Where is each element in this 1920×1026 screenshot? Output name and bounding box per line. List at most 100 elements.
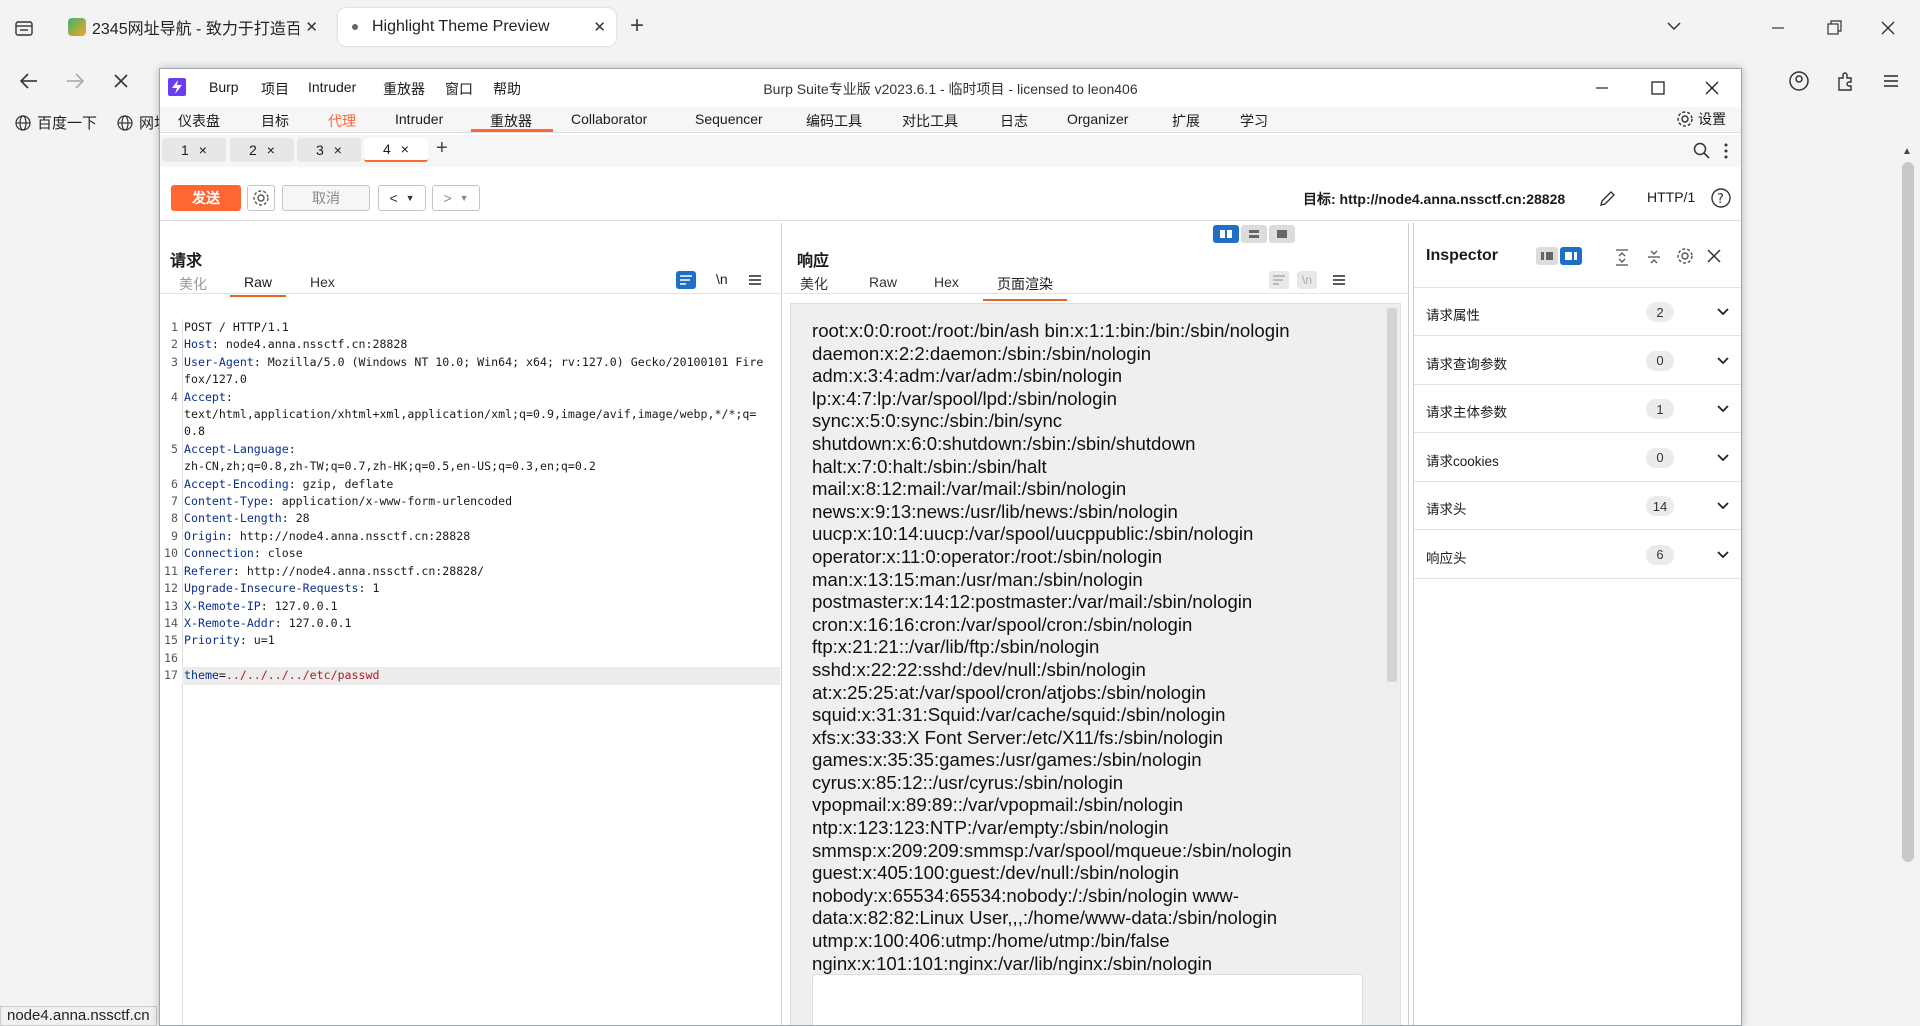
response-tab-render[interactable]: 页面渲染 bbox=[983, 274, 1067, 301]
more-options-icon[interactable] bbox=[1723, 143, 1729, 159]
extensions-icon[interactable] bbox=[1834, 70, 1856, 92]
send-settings-button[interactable] bbox=[247, 185, 275, 211]
menu-burp[interactable]: Burp bbox=[209, 79, 239, 95]
inspector-section[interactable]: 请求查询参数 0 bbox=[1414, 337, 1741, 385]
collapse-all-icon[interactable] bbox=[1646, 248, 1662, 266]
send-button[interactable]: 发送 bbox=[171, 185, 241, 211]
tabbed-layout-icon[interactable] bbox=[1269, 225, 1295, 243]
close-tab-icon[interactable]: ✕ bbox=[593, 18, 606, 36]
tab-dashboard[interactable]: 仪表盘 bbox=[178, 111, 220, 131]
tab-list-icon[interactable] bbox=[14, 18, 34, 38]
back-arrow-icon[interactable] bbox=[18, 70, 40, 92]
inspector-section[interactable]: 请求cookies 0 bbox=[1414, 434, 1741, 482]
restore-icon[interactable] bbox=[1824, 18, 1844, 38]
close-inspector-icon[interactable] bbox=[1706, 248, 1722, 264]
chevron-down-icon[interactable] bbox=[1716, 305, 1730, 319]
cancel-button[interactable]: 取消 bbox=[282, 185, 370, 211]
inspector-section[interactable]: 请求头 14 bbox=[1414, 482, 1741, 530]
chevron-down-icon[interactable] bbox=[1716, 354, 1730, 368]
bookmark-baidu[interactable]: 百度一下 bbox=[14, 112, 97, 133]
minimize-icon[interactable] bbox=[1768, 18, 1788, 38]
help-icon[interactable]: ? bbox=[1710, 187, 1732, 209]
tab-logger[interactable]: 日志 bbox=[1000, 111, 1028, 131]
repeater-tab-1[interactable]: 1 × bbox=[162, 138, 226, 162]
repeater-tab-3[interactable]: 3 × bbox=[297, 138, 361, 162]
request-tab-raw[interactable]: Raw bbox=[229, 274, 287, 297]
repeater-tab-4[interactable]: 4 × bbox=[364, 138, 428, 162]
tab-learn[interactable]: 学习 bbox=[1240, 111, 1268, 131]
close-tab-icon[interactable]: ✕ bbox=[305, 18, 318, 36]
close-tab-icon[interactable]: × bbox=[401, 141, 409, 157]
side-by-side-layout-icon[interactable] bbox=[1213, 225, 1239, 243]
rendered-line: sync:x:5:0:sync:/sbin:/bin/sync bbox=[812, 410, 1063, 432]
inspector-section[interactable]: 响应头 6 bbox=[1414, 531, 1741, 579]
tab-decoder[interactable]: 编码工具 bbox=[806, 111, 862, 131]
tab-comparer[interactable]: 对比工具 bbox=[902, 111, 958, 131]
page-scrollbar[interactable]: ▲ bbox=[1896, 140, 1920, 1006]
menu-repeater[interactable]: 重放器 bbox=[383, 79, 425, 99]
tab-organizer[interactable]: Organizer bbox=[1067, 111, 1128, 127]
stop-loading-icon[interactable] bbox=[110, 70, 132, 92]
edit-target-pencil-icon[interactable] bbox=[1598, 188, 1618, 208]
browser-tab-highlight-theme[interactable]: Highlight Theme Preview ✕ bbox=[338, 8, 616, 46]
stacked-layout-icon[interactable] bbox=[1241, 225, 1267, 243]
browser-tab-2345[interactable]: 2345网址导航 - 致力于打造百年 ✕ bbox=[58, 8, 328, 46]
minimize-icon[interactable] bbox=[1594, 80, 1610, 96]
close-tab-icon[interactable]: × bbox=[334, 142, 342, 158]
repeater-tab-2[interactable]: 2 × bbox=[230, 138, 294, 162]
tab-proxy[interactable]: 代理 bbox=[328, 111, 356, 131]
target-label[interactable]: 目标: http://node4.anna.nssctf.cn:28828 bbox=[1303, 189, 1565, 209]
close-window-icon[interactable] bbox=[1878, 18, 1898, 38]
request-editor[interactable]: 1 POST / HTTP/1.1 2 Host: node4.anna.nssctf… bbox=[160, 319, 780, 685]
response-tab-raw[interactable]: Raw bbox=[869, 274, 897, 290]
newline-toggle[interactable]: \n bbox=[1297, 271, 1317, 289]
close-tab-icon[interactable]: × bbox=[267, 142, 275, 158]
close-window-icon[interactable] bbox=[1704, 80, 1720, 96]
new-tab-button[interactable]: + bbox=[630, 12, 644, 40]
menu-intruder[interactable]: Intruder bbox=[308, 79, 356, 95]
forward-arrow-icon[interactable] bbox=[64, 70, 86, 92]
word-wrap-icon[interactable] bbox=[676, 271, 696, 289]
menu-help[interactable]: 帮助 bbox=[493, 79, 521, 99]
gear-icon[interactable] bbox=[1676, 247, 1694, 265]
settings-button[interactable]: 设置 bbox=[1676, 109, 1726, 129]
history-back-button[interactable]: < ▼ bbox=[378, 185, 426, 211]
response-tab-pretty[interactable]: 美化 bbox=[800, 274, 828, 294]
word-wrap-icon[interactable] bbox=[1269, 271, 1289, 289]
chevron-down-icon[interactable] bbox=[1716, 402, 1730, 416]
tab-sequencer[interactable]: Sequencer bbox=[695, 111, 763, 127]
render-scrollbar-thumb[interactable] bbox=[1387, 308, 1397, 682]
menu-project[interactable]: 项目 bbox=[261, 79, 289, 99]
expand-all-icon[interactable] bbox=[1614, 248, 1630, 266]
maximize-icon[interactable] bbox=[1650, 80, 1666, 96]
tab-dropdown-icon[interactable] bbox=[1664, 16, 1684, 36]
tab-intruder[interactable]: Intruder bbox=[395, 111, 443, 127]
hamburger-menu-icon[interactable] bbox=[748, 273, 762, 287]
inspector-section[interactable]: 请求主体参数 1 bbox=[1414, 385, 1741, 433]
inspector-section[interactable]: 请求属性 2 bbox=[1414, 288, 1741, 336]
scroll-up-icon[interactable]: ▲ bbox=[1902, 146, 1912, 157]
http-version-toggle[interactable]: HTTP/1 bbox=[1647, 189, 1695, 205]
chevron-down-icon[interactable] bbox=[1716, 548, 1730, 562]
layout-right-icon[interactable] bbox=[1560, 247, 1582, 265]
request-tab-pretty[interactable]: 美化 bbox=[179, 274, 207, 294]
search-icon[interactable] bbox=[1693, 142, 1711, 160]
menu-icon[interactable] bbox=[1880, 70, 1902, 92]
newline-toggle[interactable]: \n bbox=[716, 271, 728, 287]
chevron-down-icon[interactable] bbox=[1716, 451, 1730, 465]
scrollbar-thumb[interactable] bbox=[1902, 162, 1914, 862]
chevron-down-icon[interactable] bbox=[1716, 499, 1730, 513]
menu-window[interactable]: 窗口 bbox=[445, 79, 473, 99]
hamburger-menu-icon[interactable] bbox=[1332, 273, 1346, 287]
history-forward-button[interactable]: > ▼ bbox=[432, 185, 480, 211]
tab-collaborator[interactable]: Collaborator bbox=[571, 111, 647, 127]
request-tab-hex[interactable]: Hex bbox=[310, 274, 335, 290]
account-icon[interactable] bbox=[1788, 70, 1810, 92]
response-tab-hex[interactable]: Hex bbox=[934, 274, 959, 290]
close-tab-icon[interactable]: × bbox=[199, 142, 207, 158]
rendered-page-view[interactable]: root:x:0:0:root:/root:/bin/ash bin:x:1:1… bbox=[790, 303, 1401, 1025]
layout-left-icon[interactable] bbox=[1536, 247, 1558, 265]
tab-target[interactable]: 目标 bbox=[261, 111, 289, 131]
add-tab-button[interactable]: + bbox=[436, 137, 448, 160]
tab-extensions[interactable]: 扩展 bbox=[1172, 111, 1200, 131]
